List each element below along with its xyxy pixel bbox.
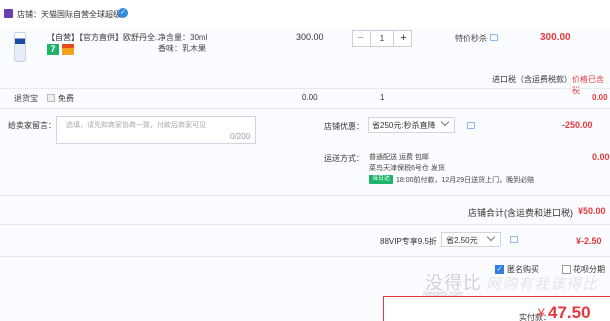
shop-icon [4,9,13,18]
shipping-warehouse: 菜鸟天津保税6号仓 发货 [369,165,445,172]
shop-discount-selected: 省250元:秒杀直降 [372,121,436,130]
promo-label: 特价秒杀 [455,34,487,43]
spec-scent: 香味：乳木果 [158,44,206,53]
insurance-free-text: 免费 [58,94,74,103]
divider [0,256,610,257]
shop-discount-label: 店铺优惠： [324,122,364,131]
product-spec: 净含量：30ml 香味：乳木果 [158,32,207,54]
payment-currency: ¥ [538,306,545,320]
note-icon[interactable] [510,236,518,243]
item-subtotal: 300.00 [540,32,571,43]
return-insurance-label: 退货宝 [14,94,38,103]
promo-note-icon[interactable] [490,34,498,41]
payment-label: 实付款： [519,313,551,321]
product-thumbnail[interactable] [14,32,26,62]
quantity-minus-button[interactable]: − [352,30,369,47]
shop-total-label: 店铺合计(含运费和进口税) [468,208,573,218]
message-char-count: 0/200 [230,132,251,141]
insurance-qty: 1 [380,93,385,102]
divider [0,88,610,89]
seven-day-return-icon: 7 [47,44,59,55]
divider [0,195,610,196]
insurance-total: 0.00 [592,93,608,102]
watermark-slogan: 网购有我该得比 [486,275,599,293]
shipping-label: 运送方式： [324,154,364,163]
shipping-eta: 18:00前付款，12月29日送货上门，晚到必赔 [396,177,535,184]
note-icon[interactable] [467,122,475,129]
vip-discount-label: 88VIP专享9.5折 [380,237,437,246]
shipping-method: 普通配送 运费 包邮 [369,154,429,161]
shop-discount-amount: -250.00 [562,120,593,130]
insurance-checkbox[interactable] [47,94,55,102]
payment-total: 47.50 [548,303,591,321]
product-title[interactable]: 【自营】【官方直供】欧舒丹全... [47,32,159,43]
unit-price: 300.00 [296,32,324,42]
spec-volume: 净含量：30ml [158,33,208,42]
credit-card-icon [62,44,74,55]
divider [0,108,610,109]
quantity-plus-button[interactable]: + [395,30,412,47]
chat-icon[interactable]: ✓ [118,8,128,18]
shop-total-value: ¥50.00 [578,206,606,216]
same-day-badge: 当日达 [369,175,393,184]
vip-discount-selected: 省2.50元 [446,236,478,245]
tax-note: 进口税（含运费税款） [492,75,572,84]
quantity-input[interactable]: 1 [370,30,394,47]
message-placeholder: 选填，请先和商家协商一致，付款后商家可见 [66,122,206,129]
shipping-info: 普通配送 运费 包邮 菜鸟天津保税6号仓 发货 [369,152,445,174]
shipping-price: 0.00 [592,152,610,162]
divider [0,224,610,225]
message-label: 给卖家留言： [8,121,56,130]
vip-discount-amount: ¥-2.50 [576,236,602,246]
shop-name[interactable]: 店铺：天猫国际自营全球超级 [17,9,121,20]
insurance-price: 0.00 [302,93,318,102]
